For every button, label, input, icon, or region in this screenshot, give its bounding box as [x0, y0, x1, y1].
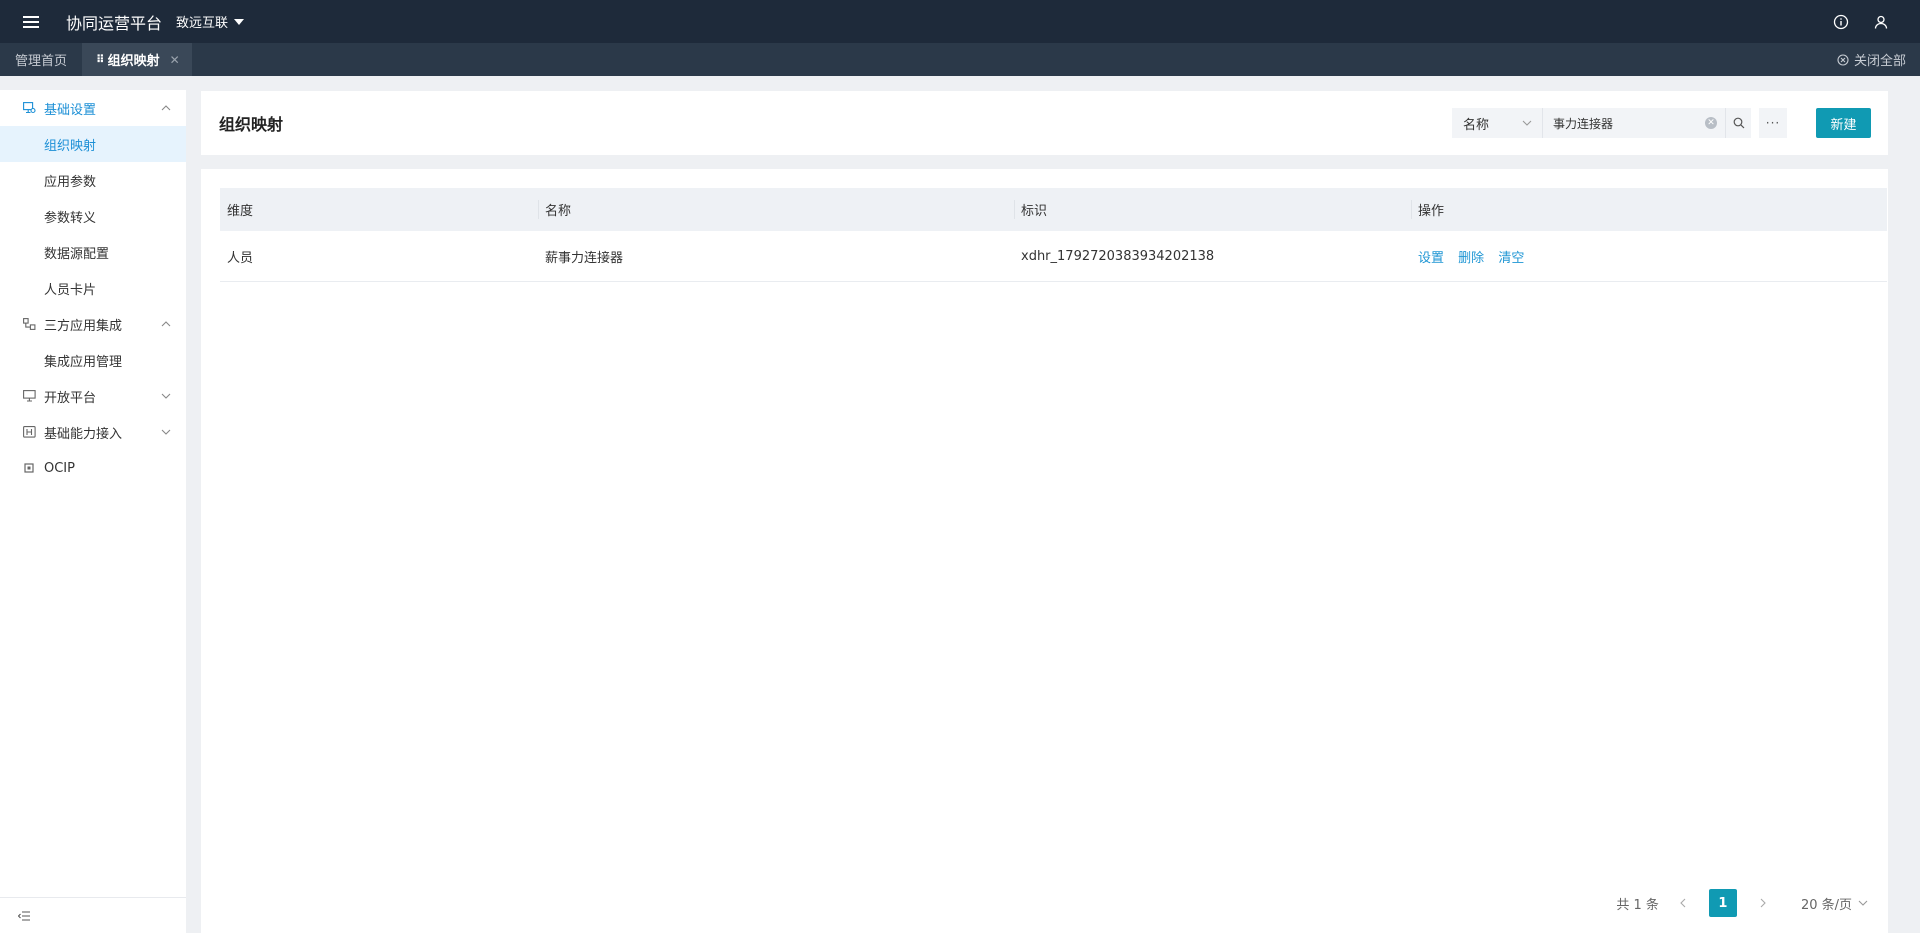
search-area: 名称 ✕ ··· 新建 — [1452, 108, 1871, 138]
clear-icon[interactable]: ✕ — [1705, 117, 1717, 129]
monitor-settings-icon — [22, 101, 36, 115]
search-button[interactable] — [1725, 108, 1751, 138]
settings-link[interactable]: 设置 — [1418, 251, 1444, 266]
sidebar-group-third-party[interactable]: 三方应用集成 — [0, 306, 186, 342]
sidebar-group-label: 基础能力接入 — [44, 426, 123, 442]
sidebar-item-param-escape[interactable]: 参数转义 — [0, 198, 186, 234]
cell-dimension: 人员 — [227, 250, 254, 266]
more-options-button[interactable]: ··· — [1759, 108, 1787, 138]
sidebar: 基础设置 组织映射 应用参数 参数转义 数据源配置 人员卡片 三方应用集成 集成… — [0, 90, 186, 933]
integration-icon — [22, 317, 36, 331]
close-circle-icon — [1837, 53, 1849, 66]
table-row: 人员 薪事力连接器 xdhr_1792720383934202138 设置 删除… — [220, 231, 1887, 282]
delete-link[interactable]: 删除 — [1458, 251, 1484, 266]
sidebar-item-integration-app-mgmt[interactable]: 集成应用管理 — [0, 342, 186, 378]
chevron-up-icon — [160, 318, 172, 330]
sidebar-item-person-card[interactable]: 人员卡片 — [0, 270, 186, 306]
sidebar-group-label: 开放平台 — [44, 390, 97, 406]
tab-home-label: 管理首页 — [15, 54, 68, 69]
search-input[interactable] — [1553, 116, 1693, 130]
tab-home[interactable]: 管理首页 — [0, 43, 82, 76]
column-header-actions: 操作 — [1411, 188, 1887, 231]
app-title: 协同运营平台 — [66, 13, 163, 33]
pagination-total: 共 1 条 — [1616, 897, 1659, 913]
page-title: 组织映射 — [219, 115, 284, 134]
column-header-identifier: 标识 — [1014, 188, 1411, 231]
org-name: 致远互联 — [176, 16, 229, 31]
sidebar-item-label: 数据源配置 — [44, 246, 110, 262]
page-number-current[interactable]: 1 — [1708, 889, 1737, 917]
caret-down-icon — [234, 18, 245, 25]
sidebar-item-datasource-config[interactable]: 数据源配置 — [0, 234, 186, 270]
close-all-label: 关闭全部 — [1853, 54, 1906, 69]
sidebar-item-org-mapping[interactable]: 组织映射 — [0, 126, 186, 162]
page-size-select[interactable]: 20 条/页 — [1801, 894, 1868, 913]
sidebar-group-open-platform[interactable]: 开放平台 — [0, 378, 186, 414]
tab-org-mapping[interactable]: ⠿ 组织映射 ✕ — [82, 43, 192, 76]
monitor-icon — [22, 389, 36, 403]
table-panel: 维度 名称 标识 操作 人员 薪事力连接器 xdhr_1792720383934… — [201, 169, 1888, 933]
chevron-down-icon — [1522, 120, 1532, 126]
close-all-button[interactable]: 关闭全部 — [1837, 43, 1906, 76]
clear-link[interactable]: 清空 — [1498, 251, 1524, 266]
tab-bar: 管理首页 ⠿ 组织映射 ✕ 关闭全部 — [0, 43, 1920, 76]
sidebar-collapse-button[interactable] — [0, 897, 186, 933]
hamburger-menu-icon[interactable] — [16, 0, 46, 43]
info-icon[interactable] — [1832, 13, 1850, 31]
next-page-icon[interactable] — [1753, 890, 1773, 916]
cell-identifier: xdhr_1792720383934202138 — [1021, 248, 1215, 264]
collapse-menu-icon — [18, 910, 30, 921]
chevron-down-icon — [160, 390, 172, 402]
sidebar-item-label: 组织映射 — [44, 138, 97, 154]
close-icon[interactable]: ✕ — [170, 53, 180, 67]
capability-icon — [22, 425, 36, 439]
table-header: 维度 名称 标识 操作 — [220, 188, 1887, 231]
prev-page-icon[interactable] — [1673, 890, 1693, 916]
page-header: 组织映射 名称 ✕ ··· 新建 — [201, 91, 1888, 155]
cell-name: 薪事力连接器 — [545, 250, 624, 266]
sidebar-group-label: 三方应用集成 — [44, 318, 123, 334]
data-table: 维度 名称 标识 操作 人员 薪事力连接器 xdhr_1792720383934… — [220, 188, 1887, 282]
page-size-label: 20 条/页 — [1800, 897, 1852, 913]
sidebar-group-ocip[interactable]: OCIP — [0, 450, 186, 486]
org-switcher[interactable]: 致远互联 — [176, 12, 245, 31]
search-field-selected: 名称 — [1463, 117, 1490, 133]
sidebar-item-app-params[interactable]: 应用参数 — [0, 162, 186, 198]
sidebar-item-label: 应用参数 — [44, 174, 97, 190]
pagination: 共 1 条 1 20 条/页 — [1616, 889, 1868, 917]
column-header-dimension: 维度 — [227, 204, 254, 219]
sidebar-group-label: OCIP — [44, 460, 75, 476]
search-icon — [1733, 117, 1744, 129]
sidebar-item-label: 参数转义 — [44, 210, 97, 226]
cell-actions: 设置 删除 清空 — [1411, 247, 1887, 266]
chevron-down-icon — [160, 426, 172, 438]
sidebar-group-label: 基础设置 — [44, 102, 97, 118]
ocip-icon — [22, 461, 36, 475]
chevron-up-icon — [160, 102, 172, 114]
search-input-wrapper: ✕ — [1542, 108, 1725, 138]
sidebar-group-basic-settings[interactable]: 基础设置 — [0, 90, 186, 126]
sidebar-item-label: 人员卡片 — [44, 282, 97, 298]
new-button[interactable]: 新建 — [1816, 108, 1871, 138]
top-navbar: 协同运营平台 致远互联 — [0, 0, 1920, 43]
user-icon[interactable] — [1872, 13, 1890, 31]
drag-handle-icon[interactable]: ⠿ — [96, 53, 105, 66]
column-header-name: 名称 — [538, 188, 1014, 231]
search-field-select[interactable]: 名称 — [1452, 108, 1542, 138]
tab-org-mapping-label: 组织映射 — [107, 54, 160, 69]
chevron-down-icon — [1858, 900, 1868, 906]
sidebar-item-label: 集成应用管理 — [44, 354, 123, 370]
sidebar-group-basic-capability[interactable]: 基础能力接入 — [0, 414, 186, 450]
